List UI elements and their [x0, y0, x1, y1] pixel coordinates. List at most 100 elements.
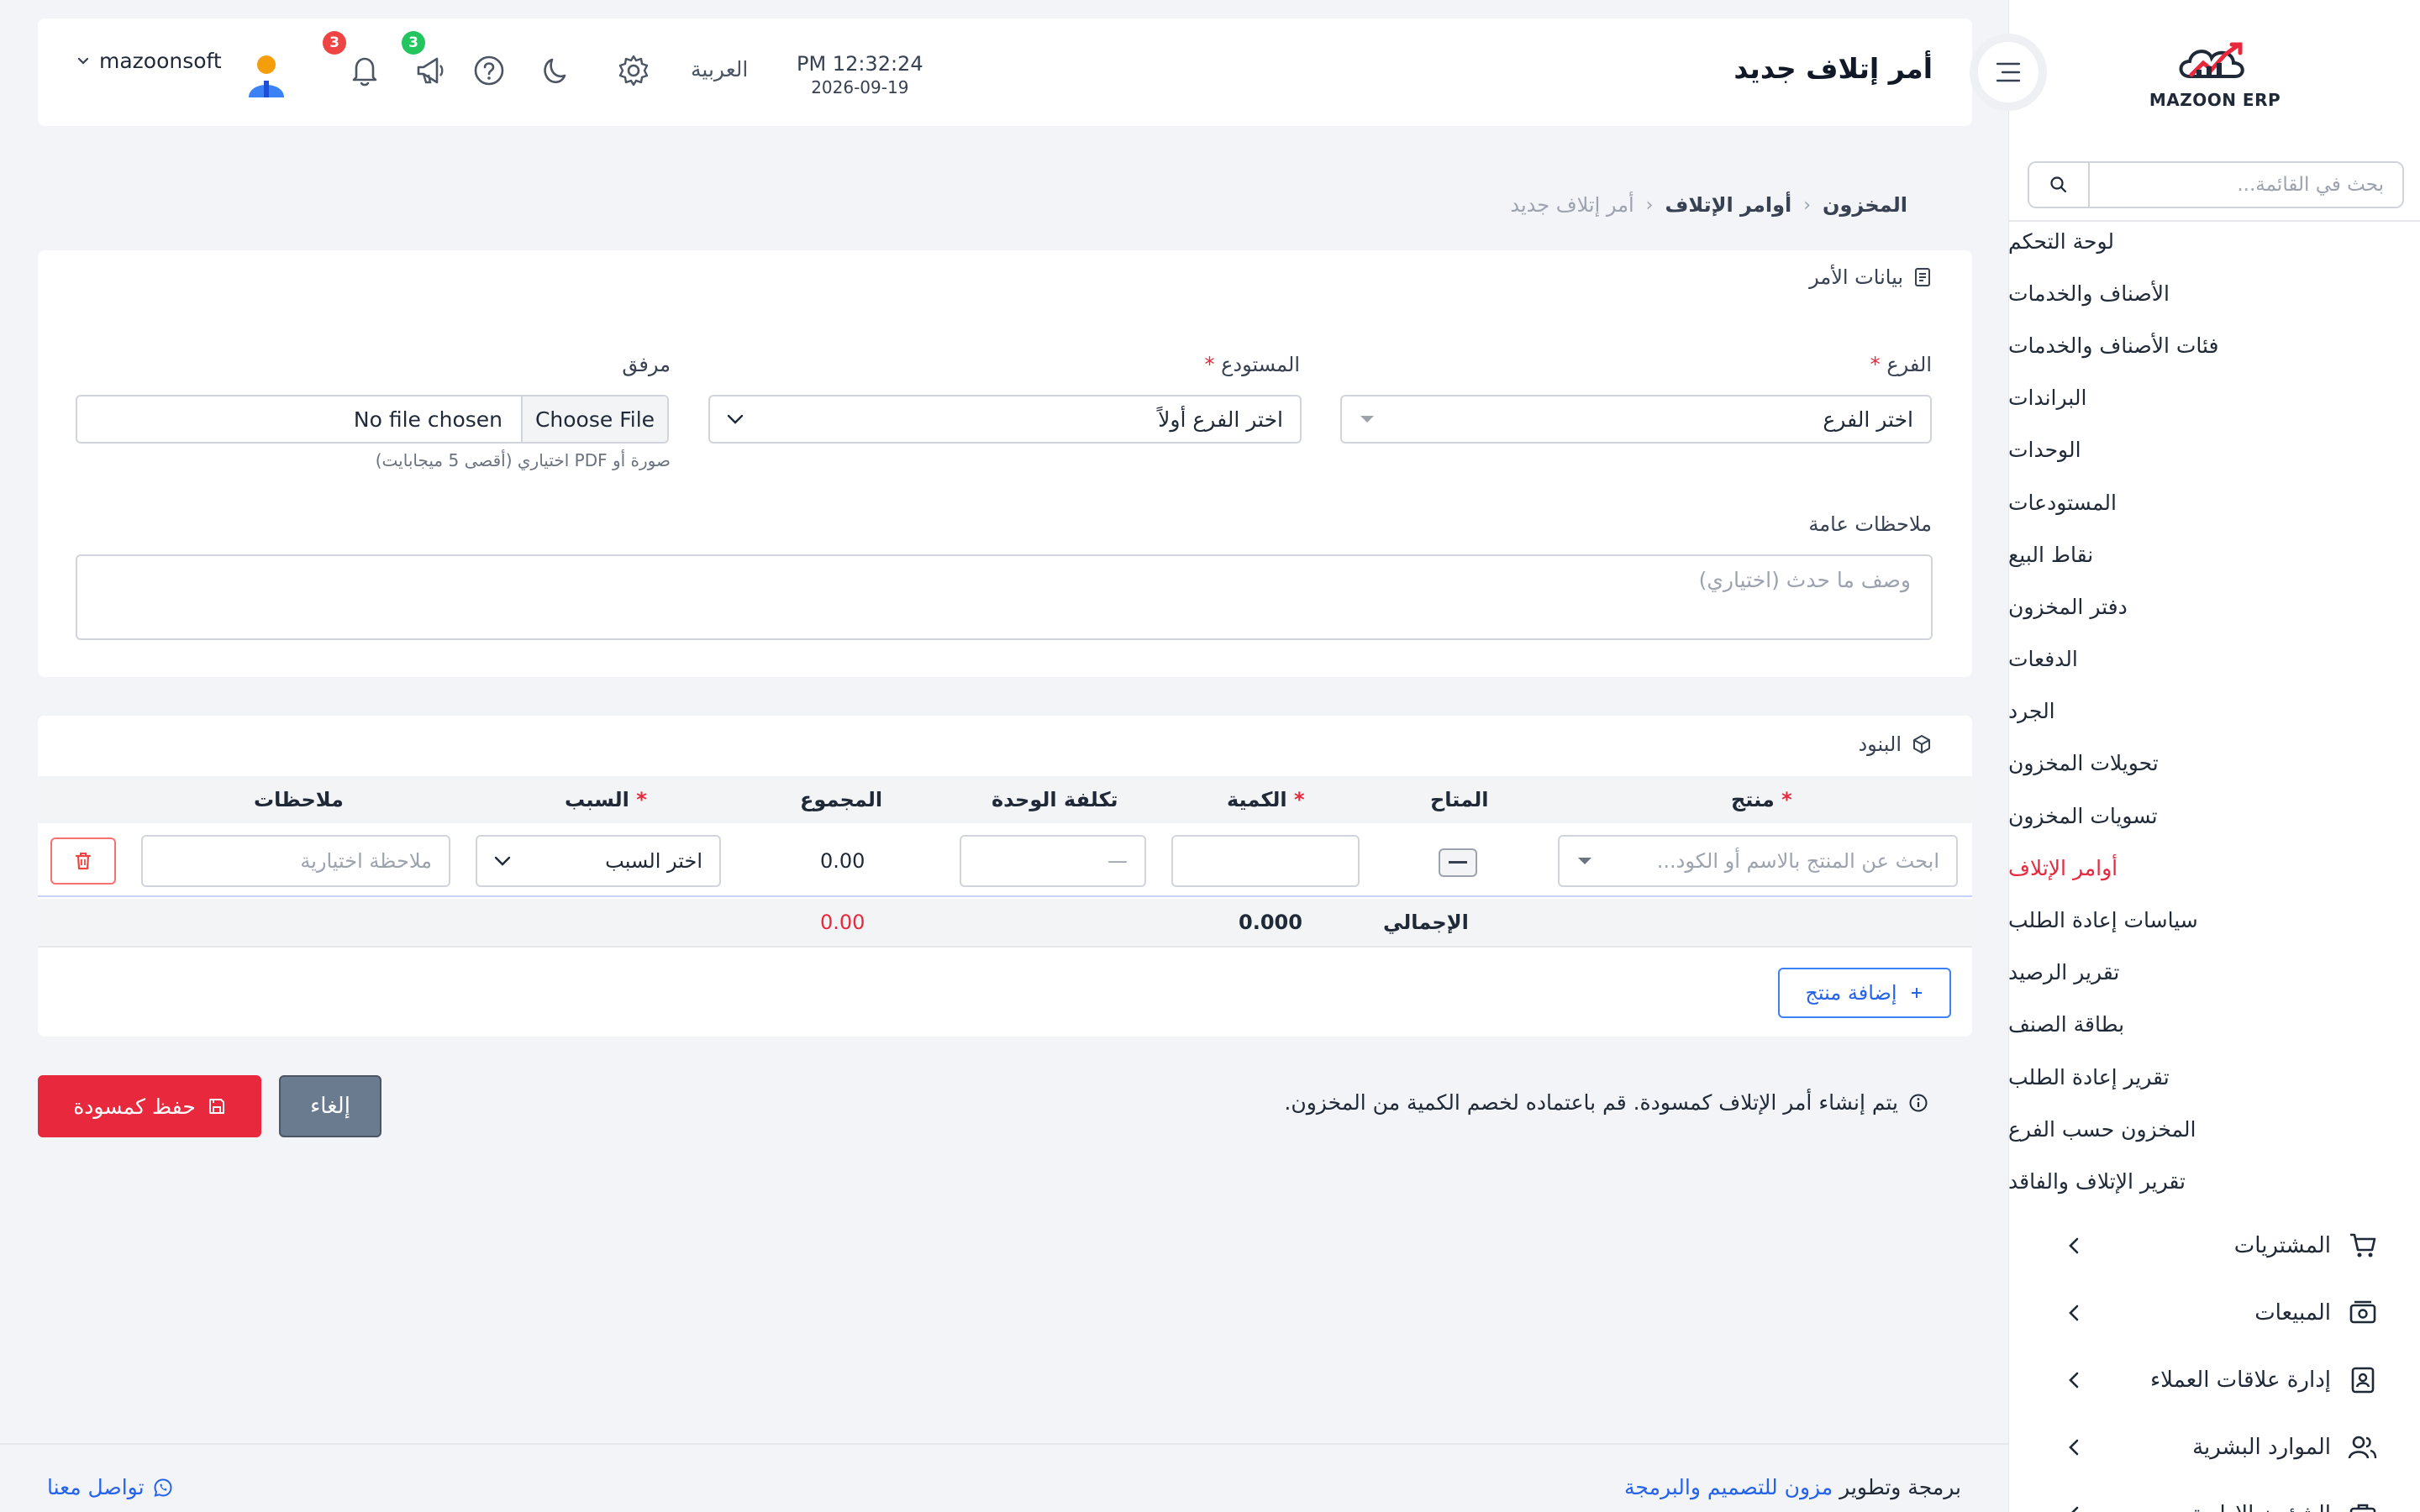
company-link[interactable]: مزون للتصميم والبرمجة — [1624, 1475, 1833, 1499]
breadcrumb-root[interactable]: المخزون — [1823, 193, 1907, 217]
sidebar-group-crm[interactable]: إدارة علاقات العملاء — [2009, 1347, 2420, 1414]
sidebar-search-input[interactable] — [2090, 163, 2402, 207]
brand-name: MAZOON ERP — [2149, 90, 2281, 110]
brand-logo[interactable]: MAZOON ERP — [2009, 32, 2420, 116]
delete-row-button[interactable] — [50, 837, 116, 885]
add-product-button[interactable]: إضافة منتج — [1778, 968, 1951, 1018]
search-button[interactable] — [2029, 163, 2090, 207]
required-mark: * — [1870, 353, 1881, 376]
breadcrumb: المخزون ‹ أوامر الإتلاف ‹ أمر إتلاف جديد — [1510, 193, 1907, 217]
branch-select[interactable]: اختر الفرع — [1340, 395, 1932, 444]
sidebar-item[interactable]: البراندات — [2009, 372, 2420, 424]
sidebar: MAZOON ERP لوحة التحكم الأصناف والخدمات فئ… — [2008, 0, 2420, 1512]
sidebar-group-hr[interactable]: الموارد البشرية — [2009, 1414, 2420, 1481]
breadcrumb-parent[interactable]: أوامر الإتلاف — [1665, 193, 1791, 217]
sidebar-group-purchases[interactable]: المشتريات — [2009, 1212, 2420, 1279]
avatar[interactable] — [245, 52, 287, 99]
sidebar-item[interactable]: سياسات إعادة الطلب — [2008, 894, 2420, 946]
contacts-icon — [2351, 1367, 2375, 1394]
col-quantity-text: الكمية — [1227, 788, 1287, 811]
attachment-hint: صورة أو PDF اختياري (أقصى 5 ميجابايت) — [375, 450, 671, 470]
sidebar-item[interactable]: بطاقة الصنف — [2009, 999, 2420, 1051]
sidebar-item[interactable]: تقرير الإتلاف والفاقد — [2009, 1155, 2420, 1207]
notifications-button[interactable] — [346, 52, 383, 89]
totals-row — [38, 899, 1972, 948]
menu-toggle-button[interactable] — [1970, 34, 2047, 111]
product-search-select[interactable]: ابحث عن المنتج بالاسم أو الكود... — [1558, 835, 1958, 887]
moon-icon — [544, 58, 566, 84]
cancel-button[interactable]: إلغاء — [279, 1075, 381, 1137]
sidebar-item-label: الأصناف والخدمات — [2008, 281, 2170, 306]
chevron-left-icon — [2071, 1506, 2079, 1512]
language-switch[interactable]: العربية — [691, 57, 748, 81]
sidebar-item-label: لوحة التحكم — [2008, 228, 2115, 254]
sidebar-item[interactable]: الأصناف والخدمات — [2008, 267, 2420, 319]
contact-us-link[interactable]: تواصل معنا — [47, 1475, 173, 1499]
sidebar-item[interactable]: تقرير إعادة الطلب — [2009, 1051, 2420, 1103]
user-name: mazoonsoft — [99, 49, 222, 73]
sidebar-item-label: سياسات إعادة الطلب — [2008, 908, 2198, 933]
branch-label: الفرع * — [1870, 353, 1932, 376]
sidebar-item[interactable]: الجرد — [2009, 685, 2420, 738]
search-icon — [2050, 176, 2067, 193]
announcements-button[interactable] — [412, 52, 449, 89]
document-icon — [1915, 268, 1930, 286]
product-search-placeholder: ابحث عن المنتج بالاسم أو الكود... — [1656, 849, 1939, 873]
cart-icon — [2350, 1233, 2376, 1257]
reason-select[interactable]: اختر السبب — [476, 835, 721, 887]
attachment-label: مرفق — [622, 353, 671, 376]
breadcrumb-current: أمر إتلاف جديد — [1510, 193, 1634, 217]
sidebar-item[interactable]: تسويات المخزون — [2009, 790, 2420, 842]
sidebar-item[interactable]: المستودعات — [2009, 476, 2420, 528]
footer-credits: برمجة وتطوير مزون للتصميم والبرمجة — [1624, 1475, 1961, 1499]
reason-select-value: اختر السبب — [605, 849, 702, 873]
warehouse-label-text: المستودع — [1221, 353, 1300, 376]
save-icon — [208, 1099, 224, 1114]
general-notes-textarea[interactable]: وصف ما حدث (اختياري) — [76, 554, 1933, 640]
chevron-down-icon — [494, 856, 511, 866]
sidebar-item[interactable]: فئات الأصناف والخدمات — [2009, 319, 2420, 371]
sidebar-item[interactable]: الدفعات — [2009, 633, 2420, 685]
footer-divider — [0, 1443, 2008, 1445]
file-name: No file chosen — [353, 407, 502, 432]
draft-info-note: يتم إنشاء أمر الإتلاف كمسودة. قم باعتماد… — [1284, 1090, 1928, 1115]
sidebar-menu: لوحة التحكم الأصناف والخدمات فئات الأصناف … — [2008, 215, 2420, 1208]
row-notes-input[interactable]: ملاحظة اختيارية — [141, 835, 450, 887]
save-draft-button[interactable]: حفظ كمسودة — [38, 1075, 261, 1137]
row-notes-placeholder: ملاحظة اختيارية — [300, 849, 432, 873]
warehouse-select-value: اختر الفرع أولاً — [1158, 407, 1283, 432]
sidebar-item[interactable]: أوامر الإتلاف — [2009, 842, 2420, 894]
minus-icon — [1449, 861, 1467, 864]
sidebar-item[interactable]: المخزون حسب الفرع — [2009, 1103, 2420, 1155]
required-mark: * — [629, 788, 647, 811]
user-menu[interactable]: mazoonsoft — [77, 49, 222, 73]
order-data-card: بيانات الأمر الفرع * اختر الفرع المستودع… — [38, 250, 1972, 677]
available-indicator[interactable] — [1439, 848, 1477, 877]
choose-file-button[interactable]: Choose File — [521, 396, 667, 442]
sidebar-item[interactable]: دفتر المخزون — [2009, 580, 2420, 633]
order-card-title: بيانات الأمر — [1809, 265, 1932, 289]
bell-icon — [352, 57, 377, 87]
sidebar-item[interactable]: نقاط البيع — [2009, 528, 2420, 580]
sidebar-group-label: إدارة علاقات العملاء — [2149, 1368, 2331, 1393]
sidebar-item[interactable]: تقرير الرصيد — [2009, 947, 2420, 999]
sidebar-item[interactable]: لوحة التحكم — [2008, 215, 2420, 267]
unit-cost-input[interactable]: — — [960, 835, 1146, 887]
col-header-total: المجموع — [800, 788, 883, 811]
sidebar-group-label: المشتريات — [2233, 1233, 2331, 1258]
quantity-input[interactable] — [1171, 835, 1360, 887]
cash-register-icon — [2349, 1300, 2376, 1324]
sidebar-item[interactable]: تحويلات المخزون — [2008, 738, 2420, 790]
sidebar-group-label: الشؤون الإدارية — [2191, 1502, 2331, 1512]
sidebar-item[interactable]: الوحدات — [2009, 424, 2420, 476]
sidebar-item-label: تحويلات المخزون — [2008, 751, 2159, 776]
dark-mode-toggle[interactable] — [538, 52, 575, 89]
attachment-file-input[interactable]: No file chosen Choose File — [76, 395, 669, 444]
col-product-text: منتج — [1731, 788, 1775, 811]
unit-cost-placeholder: — — [1107, 849, 1128, 873]
settings-button[interactable] — [615, 52, 652, 89]
help-button[interactable] — [471, 52, 508, 89]
warehouse-select[interactable]: اختر الفرع أولاً — [708, 395, 1302, 444]
sidebar-group-admin[interactable]: الشؤون الإدارية — [2009, 1481, 2420, 1512]
sidebar-group-sales[interactable]: المبيعات — [2009, 1279, 2420, 1347]
